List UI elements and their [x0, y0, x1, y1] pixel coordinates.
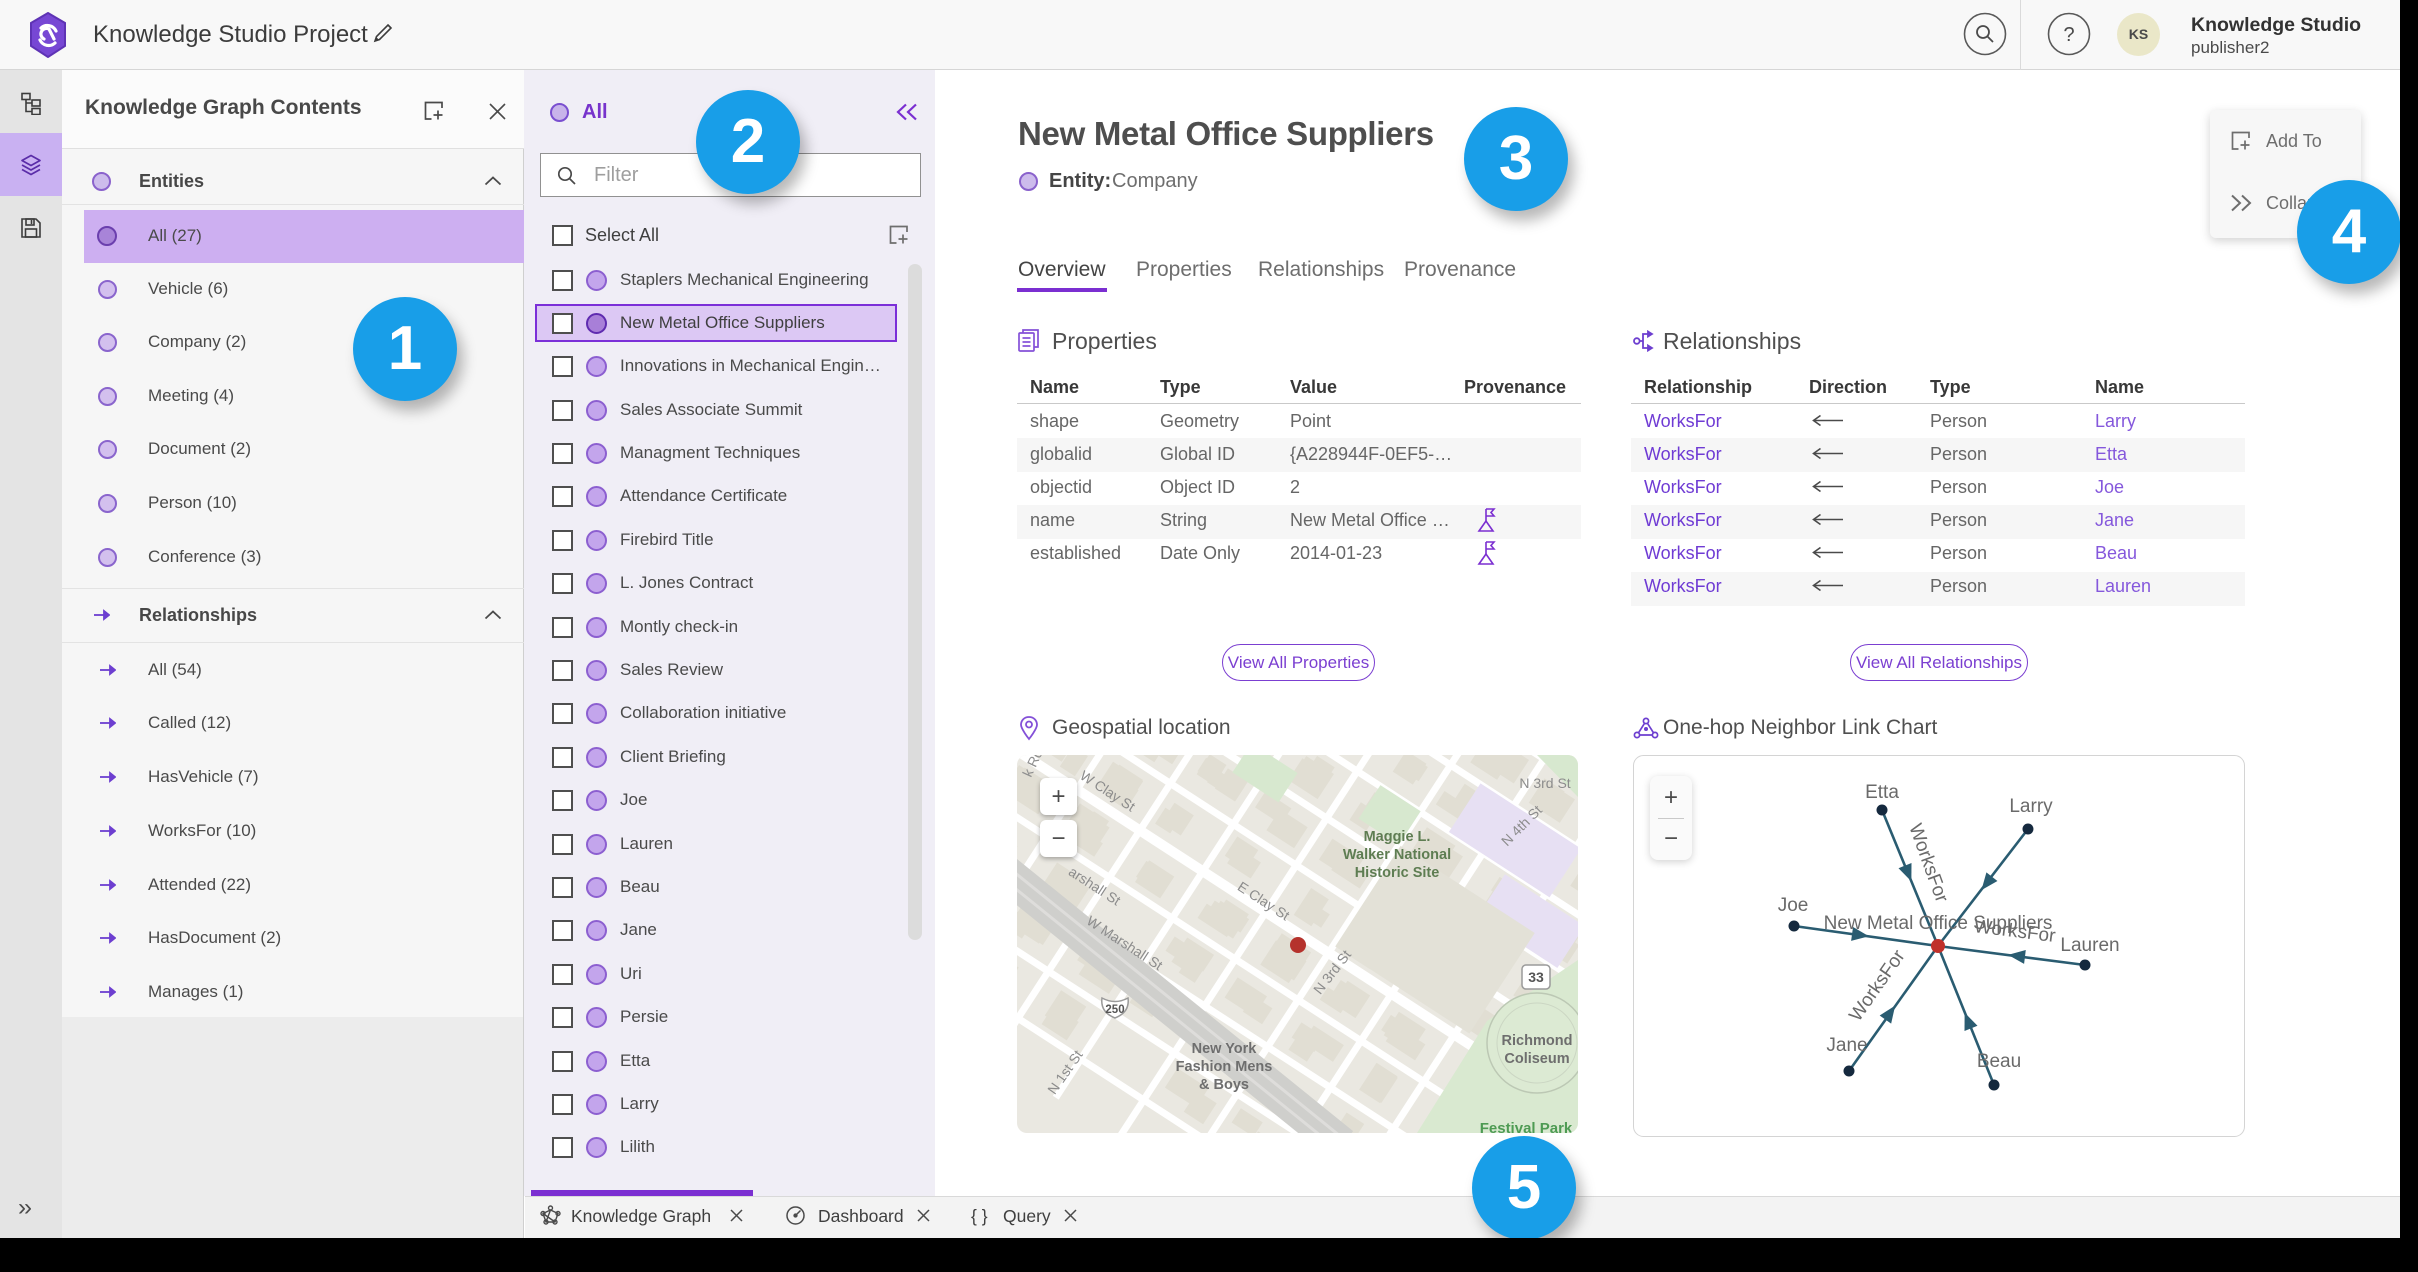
svg-text:Joe: Joe [1778, 895, 1809, 916]
svg-text:Jane: Jane [1826, 1035, 1867, 1056]
svg-text:Etta: Etta [1865, 782, 1899, 803]
svg-text:Lauren: Lauren [2060, 935, 2119, 956]
svg-text:N 3rd St: N 3rd St [1519, 775, 1570, 791]
svg-text:Larry: Larry [2009, 796, 2053, 817]
svg-text:Festival Park: Festival Park [1480, 1120, 1573, 1133]
svg-text:250: 250 [1105, 1004, 1124, 1016]
svg-text:33: 33 [1528, 969, 1544, 985]
svg-text:Beau: Beau [1977, 1051, 2021, 1072]
svg-text:?: ? [2063, 24, 2074, 46]
